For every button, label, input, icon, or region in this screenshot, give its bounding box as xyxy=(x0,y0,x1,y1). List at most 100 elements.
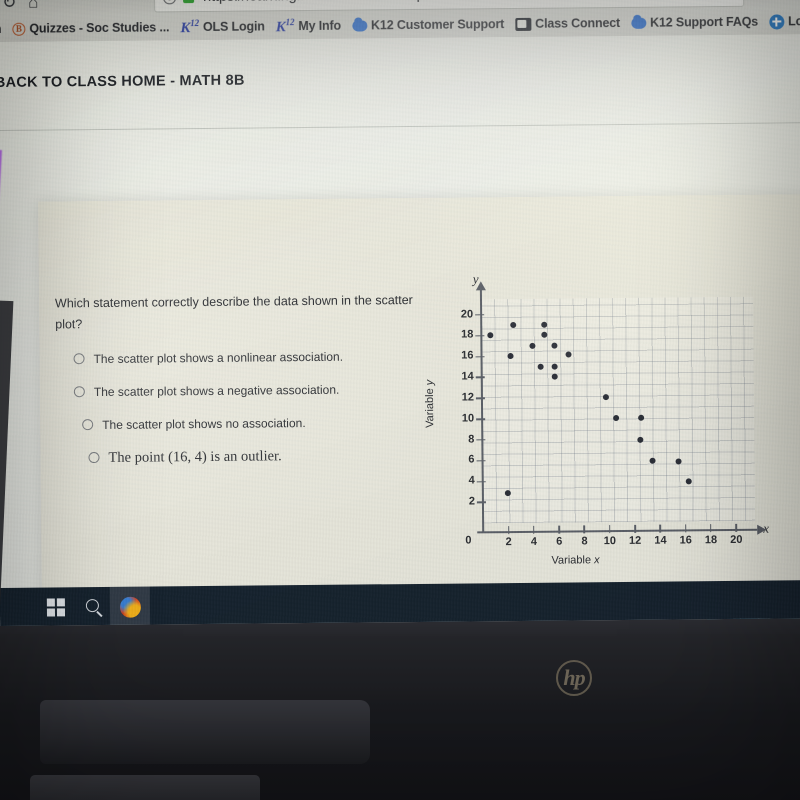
firefox-icon xyxy=(119,596,142,618)
y-tick-label: 2 xyxy=(468,495,475,508)
radio-button[interactable] xyxy=(73,353,85,365)
url-fade xyxy=(622,0,744,9)
info-icon[interactable]: i xyxy=(163,0,177,4)
bookmark-label: My Info xyxy=(298,18,342,34)
y-tick xyxy=(476,480,486,483)
bookmark-item[interactable]: K12 My Info xyxy=(276,16,341,36)
y-axis-label: Variable y xyxy=(423,379,437,428)
firefox-button[interactable] xyxy=(118,595,142,619)
y-tick xyxy=(476,501,486,504)
bookmark-item[interactable]: LogMeIn xyxy=(769,13,800,30)
answer-options: The scatter plot shows a nonlinear assoc… xyxy=(73,348,434,483)
start-button[interactable] xyxy=(44,595,68,619)
screen-icon xyxy=(515,17,532,31)
radio-button[interactable] xyxy=(82,419,94,431)
bookmark-item[interactable]: B Quizzes - Soc Studies ... xyxy=(12,20,169,36)
answer-option-label: The scatter plot shows a nonlinear assoc… xyxy=(93,349,344,367)
answer-option[interactable]: The scatter plot shows a negative associ… xyxy=(73,381,434,400)
y-tick-label: 16 xyxy=(461,349,474,362)
reload-icon[interactable]: ↻ xyxy=(2,0,16,14)
search-icon xyxy=(85,599,99,613)
x-tick-label: 2 xyxy=(505,536,512,549)
x-axis-ticks: 2 4 6 8 10 12 14 16 18 20 xyxy=(439,283,769,548)
x-tick-label: 4 xyxy=(530,535,538,548)
y-tick xyxy=(475,335,485,337)
hp-logo: hp xyxy=(556,660,592,696)
y-tick xyxy=(476,439,486,441)
answer-option[interactable]: The point (16, 4) is an outlier. xyxy=(88,447,434,466)
radio-button[interactable] xyxy=(73,386,85,398)
blob-icon xyxy=(630,17,647,29)
x-tick xyxy=(634,524,636,533)
divider xyxy=(0,122,800,131)
x-tick-label: 10 xyxy=(603,535,617,548)
bookmark-item[interactable]: K12 Support FAQs xyxy=(630,14,759,30)
x-tick xyxy=(608,525,611,534)
data-point xyxy=(637,436,644,443)
x-tick-label: 12 xyxy=(628,534,642,547)
data-point xyxy=(509,322,516,329)
y-tick-label: 14 xyxy=(461,370,474,383)
url-text: https://learning.k12.com/d2l/le/sequence… xyxy=(203,0,594,5)
x-axis-line xyxy=(477,528,758,534)
bookmark-label: K12 Support FAQs xyxy=(649,14,759,30)
back-to-class-home-link[interactable]: BACK TO CLASS HOME - MATH 8B xyxy=(0,67,800,109)
data-point xyxy=(675,457,682,465)
x-axis-label: Variable x xyxy=(551,554,600,567)
page-body: BACK TO CLASS HOME - MATH 8B Which state… xyxy=(0,34,800,626)
answer-option-label: The point (16, 4) is an outlier. xyxy=(108,448,282,466)
y-tick-label: 10 xyxy=(461,412,475,425)
bookmark-item[interactable]: K12 OLS Login xyxy=(180,17,265,37)
bookmark-label: Class Connect xyxy=(535,15,621,31)
data-point xyxy=(613,414,620,421)
bookmark-label: OLS Login xyxy=(202,19,265,34)
x-tick-label: 20 xyxy=(730,533,743,546)
radio-button[interactable] xyxy=(88,452,100,464)
y-tick-label: 4 xyxy=(468,474,475,487)
blob-icon xyxy=(351,19,368,32)
lock-icon xyxy=(183,0,195,4)
answer-option-label: The scatter plot shows no association. xyxy=(102,416,306,432)
data-points xyxy=(439,283,769,496)
lesson-panel: Which statement correctly describe the d… xyxy=(38,194,800,626)
bookmark-item[interactable]: K12 Customer Support xyxy=(351,17,505,33)
y-tick xyxy=(476,460,486,462)
x-tick-label: 18 xyxy=(704,534,718,547)
question-text: Which statement correctly describe the d… xyxy=(54,292,413,332)
windows-logo-icon xyxy=(46,598,66,617)
answer-option[interactable]: The scatter plot shows a nonlinear assoc… xyxy=(73,348,433,367)
laptop-lower-bezel xyxy=(40,700,370,764)
bookmark-label: m xyxy=(0,22,1,36)
data-point xyxy=(529,342,536,349)
y-tick xyxy=(476,418,486,420)
laptop-screen: ↻ ⌂ i https://learning.k12.com/d2l/le/se… xyxy=(0,0,800,626)
bookmark-label: K12 Customer Support xyxy=(370,17,505,33)
blackboard-icon: B xyxy=(12,22,26,36)
x-tick xyxy=(533,525,535,534)
y-tick-label: 20 xyxy=(460,308,474,321)
bookmark-item[interactable]: m xyxy=(0,22,1,36)
x-tick xyxy=(583,525,586,534)
data-point xyxy=(649,457,656,464)
x-tick xyxy=(659,524,662,533)
search-button[interactable] xyxy=(82,595,106,619)
bookmark-label: LogMeIn xyxy=(788,13,800,29)
origin-label: 0 xyxy=(465,534,472,547)
x-tick-label: 6 xyxy=(556,535,563,548)
bookmark-item[interactable]: Class Connect xyxy=(515,16,620,31)
data-point xyxy=(602,394,609,401)
scatter-plot: y x 0 2468101214161820 2468101214161820 … xyxy=(424,271,772,586)
answer-option[interactable]: The scatter plot shows no association. xyxy=(82,414,434,433)
home-icon[interactable]: ⌂ xyxy=(28,0,38,14)
laptop-base-edge xyxy=(30,775,260,800)
y-tick xyxy=(475,397,485,400)
photo-of-laptop-screen: hp ↻ ⌂ i https://learning.k12.com/d2l/le… xyxy=(0,0,800,800)
y-tick-label: 18 xyxy=(461,328,474,341)
x-tick-label: 14 xyxy=(654,534,667,547)
y-tick xyxy=(475,376,485,379)
plus-circle-icon xyxy=(769,13,785,30)
x-tick-label: 8 xyxy=(581,535,588,548)
bookmark-label: Quizzes - Soc Studies ... xyxy=(29,20,170,36)
x-tick xyxy=(507,526,510,535)
x-tick xyxy=(684,524,687,533)
